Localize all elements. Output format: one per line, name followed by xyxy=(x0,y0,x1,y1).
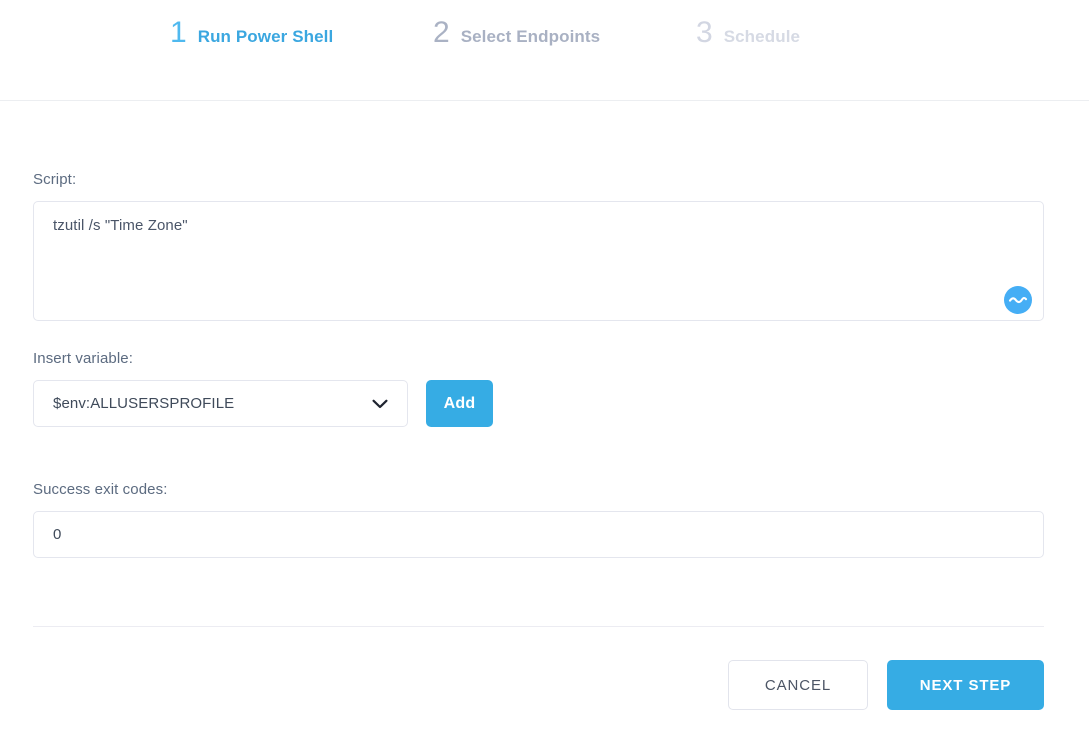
success-exit-codes-block: Success exit codes: xyxy=(33,427,1056,558)
wizard-step-header: 1 Run Power Shell 2 Select Endpoints 3 S… xyxy=(0,0,1089,101)
wizard-step-select-endpoints[interactable]: 2 Select Endpoints xyxy=(427,0,672,63)
wave-circle-icon[interactable] xyxy=(1004,286,1032,314)
variable-select[interactable]: $env:ALLUSERSPROFILE xyxy=(33,380,408,427)
step-label: Run Power Shell xyxy=(197,27,334,46)
insert-variable-label: Insert variable: xyxy=(33,350,133,367)
script-label: Script: xyxy=(33,171,77,188)
script-field-block: Script: tzutil /s "Time Zone" xyxy=(33,101,1056,321)
wizard-steps: 1 Run Power Shell 2 Select Endpoints 3 S… xyxy=(164,0,935,63)
variable-select-value: $env:ALLUSERSPROFILE xyxy=(53,395,235,412)
insert-variable-row: $env:ALLUSERSPROFILE Add xyxy=(33,380,1056,427)
success-exit-codes-input[interactable] xyxy=(33,511,1044,558)
step-number: 1 xyxy=(170,16,187,49)
next-step-button[interactable]: NEXT STEP xyxy=(887,660,1044,710)
script-textarea[interactable]: tzutil /s "Time Zone" xyxy=(33,201,1044,321)
script-form: Script: tzutil /s "Time Zone" Insert var… xyxy=(0,101,1089,710)
footer-actions: CANCEL NEXT STEP xyxy=(33,660,1044,710)
insert-variable-block: Insert variable: $env:ALLUSERSPROFILE Ad… xyxy=(33,321,1056,427)
step-number: 2 xyxy=(433,16,450,49)
add-variable-button[interactable]: Add xyxy=(426,380,493,427)
step-label: Select Endpoints xyxy=(460,27,601,46)
wizard-step-run-power-shell[interactable]: 1 Run Power Shell xyxy=(164,0,409,63)
step-label: Schedule xyxy=(723,27,801,46)
chevron-down-icon xyxy=(372,399,388,409)
step-number: 3 xyxy=(696,16,713,49)
success-exit-codes-label: Success exit codes: xyxy=(33,481,168,498)
cancel-button[interactable]: CANCEL xyxy=(728,660,868,710)
footer-divider xyxy=(33,626,1044,627)
script-textarea-value: tzutil /s "Time Zone" xyxy=(53,217,188,234)
wizard-step-schedule[interactable]: 3 Schedule xyxy=(690,0,935,63)
